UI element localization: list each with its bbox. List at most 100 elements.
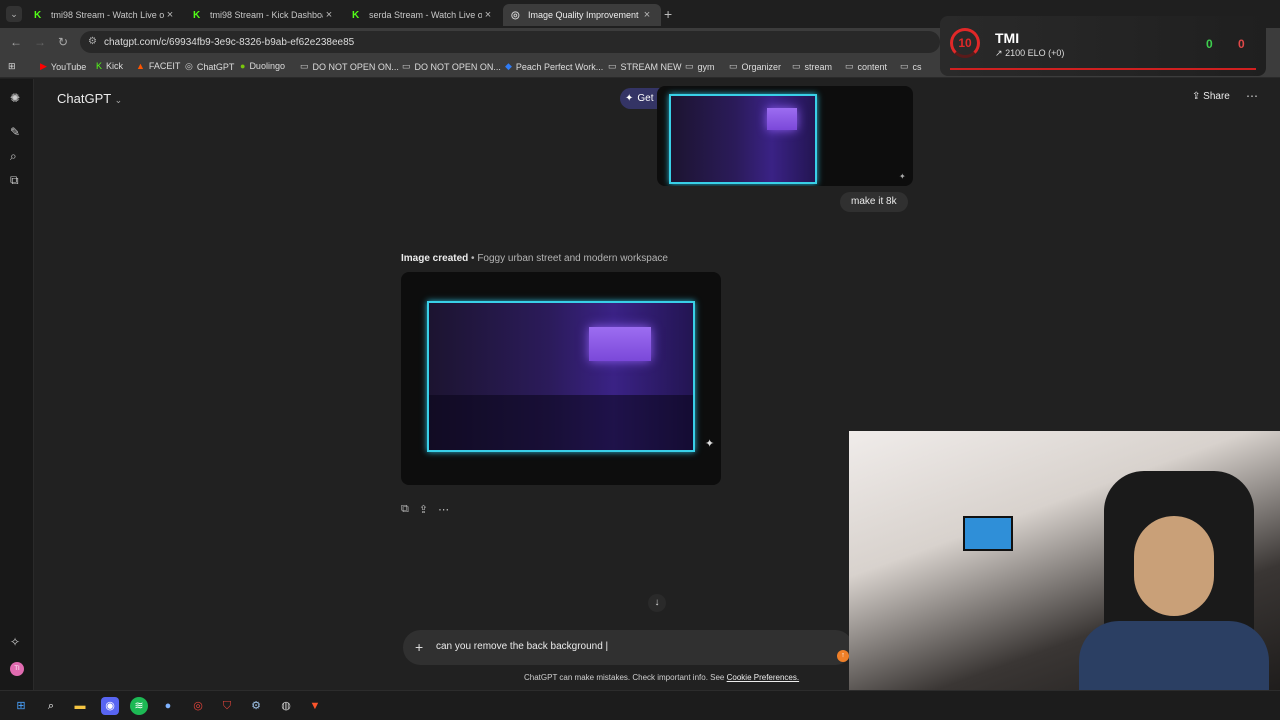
url-field[interactable]: ⚙ chatgpt.com/c/69934fb9-3e9c-8326-b9ab-… bbox=[80, 31, 940, 53]
sparkle-icon: ✦ bbox=[899, 172, 906, 181]
generated-image[interactable]: ✦ bbox=[401, 272, 721, 485]
tab-label: serda Stream - Watch Live on Kick bbox=[369, 10, 482, 20]
tab-2[interactable]: K tmi98 Stream - Kick Dashboard × bbox=[185, 4, 343, 26]
kick-icon: K bbox=[34, 9, 42, 21]
model-selector[interactable]: ChatGPT ⌄ bbox=[57, 91, 122, 106]
app-title: ChatGPT bbox=[57, 91, 111, 106]
close-icon[interactable]: × bbox=[641, 9, 653, 21]
bookmark-label: Peach Perfect Work... bbox=[515, 61, 604, 72]
bookmark-peach[interactable]: ◆ Peach Perfect Work... bbox=[505, 61, 603, 72]
message-composer[interactable]: + can you remove the back background | ↑ bbox=[403, 630, 853, 665]
bookmark-label: STREAM NEW bbox=[620, 61, 682, 72]
faceit-icon: ▲ bbox=[136, 61, 145, 71]
sparkle-icon: ✦ bbox=[705, 438, 715, 450]
close-icon[interactable]: × bbox=[164, 9, 176, 21]
bookmark-label: Kick bbox=[106, 61, 124, 71]
bookmark-label: DO NOT OPEN ON... bbox=[414, 61, 501, 72]
bookmark-folder[interactable]: ▭ DO NOT OPEN ON... bbox=[402, 61, 501, 72]
bookmark-label: content bbox=[857, 61, 888, 72]
elo-text: 2100 ELO (+0) bbox=[1005, 48, 1065, 58]
share-icon[interactable]: ⇪ bbox=[419, 503, 428, 516]
webcam-hoodie bbox=[1079, 621, 1269, 690]
cookie-preferences-link[interactable]: Cookie Preferences. bbox=[727, 673, 799, 682]
bookmark-folder[interactable]: ▭ STREAM NEW bbox=[608, 61, 682, 72]
close-icon[interactable]: × bbox=[323, 9, 335, 21]
chrome-icon[interactable]: ◎ bbox=[189, 697, 207, 715]
spotify-icon[interactable]: ≋ bbox=[130, 697, 148, 715]
share-button[interactable]: ⇪ Share bbox=[1192, 91, 1230, 102]
bookmark-folder[interactable]: ▭ stream bbox=[792, 61, 832, 72]
tab-label: tmi98 Stream - Watch Live on Kick bbox=[51, 10, 164, 20]
apps-icon[interactable]: ⊞ bbox=[8, 61, 16, 72]
send-icon[interactable]: ↑ bbox=[837, 650, 849, 662]
openai-logo-icon[interactable]: ✺ bbox=[10, 91, 20, 105]
bookmark-label: YouTube bbox=[50, 61, 87, 72]
add-attachment-icon[interactable]: + bbox=[415, 639, 423, 655]
folder-icon: ▭ bbox=[402, 61, 411, 71]
tab-1[interactable]: K tmi98 Stream - Watch Live on Kick × bbox=[26, 4, 184, 26]
composer-input[interactable]: can you remove the back background | bbox=[436, 641, 608, 652]
bookmark-kick[interactable]: K Kick bbox=[96, 61, 123, 71]
image-caption: Image created • Foggy urban street and m… bbox=[401, 253, 668, 264]
bookmark-folder[interactable]: ▭ DO NOT OPEN ON... bbox=[300, 61, 399, 72]
file-explorer-icon[interactable]: ▬ bbox=[71, 697, 89, 715]
bookmark-youtube[interactable]: ▶ YouTube bbox=[40, 61, 86, 72]
close-icon[interactable]: × bbox=[482, 9, 494, 21]
bookmark-duolingo[interactable]: ● Duolingo bbox=[240, 61, 285, 71]
back-icon[interactable]: ← bbox=[10, 35, 22, 49]
obs-icon[interactable]: ◍ bbox=[277, 697, 295, 715]
trend-icon: ↗ bbox=[995, 48, 1003, 58]
image-window bbox=[589, 327, 651, 361]
bookmark-chatgpt[interactable]: ◎ ChatGPT bbox=[185, 61, 234, 72]
forward-icon[interactable]: → bbox=[34, 35, 46, 49]
copy-icon[interactable]: ⧉ bbox=[401, 503, 409, 516]
bookmark-label: FACEIT bbox=[148, 61, 181, 71]
kick-icon: K bbox=[193, 9, 201, 21]
library-icon[interactable]: ⧉ bbox=[10, 173, 19, 188]
shield-icon[interactable]: ⛉ bbox=[218, 697, 236, 715]
new-tab-button[interactable]: + bbox=[664, 6, 672, 22]
sparkle-icon[interactable]: ✧ bbox=[10, 635, 20, 649]
tab-search-button[interactable]: ⌄ bbox=[6, 6, 22, 22]
search-icon[interactable]: ⌕ bbox=[10, 149, 17, 164]
folder-icon: ▭ bbox=[608, 61, 617, 71]
brave-icon[interactable]: ▼ bbox=[306, 697, 324, 715]
more-options-icon[interactable]: ⋯ bbox=[1246, 89, 1258, 103]
bookmark-faceit[interactable]: ▲ FACEIT bbox=[136, 61, 180, 71]
bookmark-folder[interactable]: ▭ content bbox=[845, 61, 887, 72]
bookmark-folder[interactable]: ▭ gym bbox=[685, 61, 715, 72]
bookmark-folder[interactable]: ▭ Organizer bbox=[729, 61, 781, 72]
folder-icon: ▭ bbox=[900, 61, 909, 71]
tab-4[interactable]: ◎ Image Quality Improvement × bbox=[503, 4, 661, 26]
scroll-down-button[interactable]: ↓ bbox=[648, 594, 666, 612]
wins-count: 0 bbox=[1206, 37, 1213, 51]
tab-3[interactable]: K serda Stream - Watch Live on Kick × bbox=[344, 4, 502, 26]
folder-icon: ▭ bbox=[300, 61, 309, 71]
bookmark-folder[interactable]: ▭ cs bbox=[900, 61, 922, 72]
more-options-icon[interactable]: ⋯ bbox=[438, 503, 449, 516]
steam-icon[interactable]: ⚙ bbox=[247, 697, 265, 715]
sidebar-rail: ✺ ✎ ⌕ ⧉ ✧ TI bbox=[0, 79, 34, 690]
generated-image-previous[interactable]: ✦ bbox=[657, 86, 913, 186]
tab-label: Image Quality Improvement bbox=[528, 10, 639, 20]
new-chat-icon[interactable]: ✎ bbox=[10, 125, 20, 139]
faceit-elo-overlay: 10 TMI ↗ 2100 ELO (+0) 0 0 bbox=[940, 16, 1266, 76]
reload-icon[interactable]: ↻ bbox=[58, 35, 68, 49]
app-icon[interactable]: ● bbox=[159, 697, 177, 715]
site-info-icon[interactable]: ⚙ bbox=[88, 36, 97, 47]
elo-rating: ↗ 2100 ELO (+0) bbox=[995, 48, 1064, 59]
image-frame bbox=[427, 301, 695, 452]
chatgpt-icon: ◎ bbox=[511, 9, 520, 21]
bookmark-label: Duolingo bbox=[249, 61, 285, 71]
windows-start-icon[interactable]: ⊞ bbox=[12, 697, 30, 715]
search-icon[interactable]: ⌕ bbox=[42, 697, 60, 715]
avatar[interactable]: TI bbox=[10, 662, 24, 676]
url-text: chatgpt.com/c/69934fb9-3e9c-8326-b9ab-ef… bbox=[104, 36, 355, 48]
webcam-overlay bbox=[849, 431, 1280, 690]
image-caption-text: • Foggy urban street and modern workspac… bbox=[471, 253, 668, 264]
share-icon: ⇪ bbox=[1192, 91, 1201, 102]
user-message: make it 8k bbox=[840, 192, 908, 212]
elo-progress-bar bbox=[950, 68, 1256, 70]
duolingo-icon: ● bbox=[240, 61, 246, 71]
discord-icon[interactable]: ◉ bbox=[101, 697, 119, 715]
